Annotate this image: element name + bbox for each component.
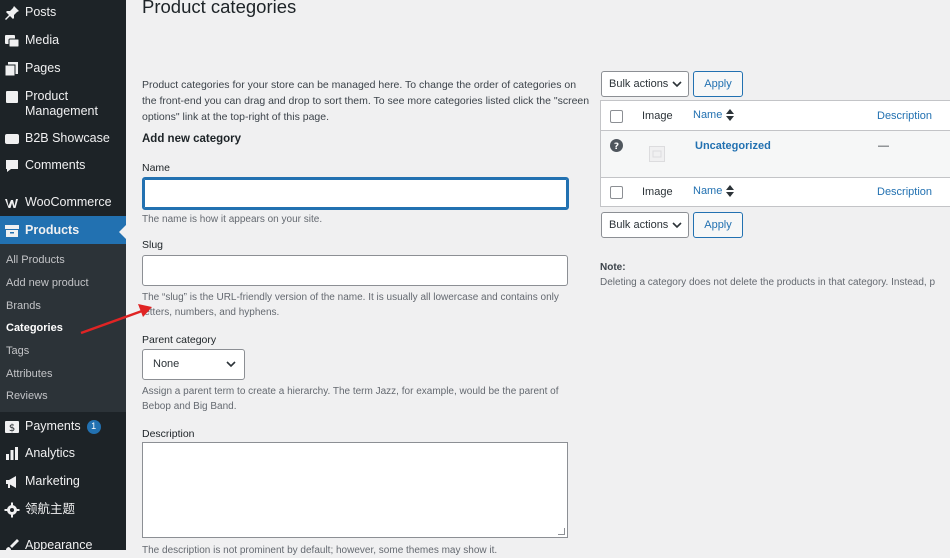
archive-icon [4, 223, 20, 239]
svg-text:$: $ [9, 423, 15, 434]
slug-input[interactable] [142, 255, 568, 286]
menu-woocommerce[interactable]: WooCommerce [0, 195, 126, 213]
placeholder-image-icon [649, 146, 665, 162]
description-textarea[interactable] [142, 442, 568, 538]
chevron-down-icon [672, 222, 682, 229]
brush-icon [4, 538, 20, 554]
column-image-header: Image [642, 110, 673, 122]
help-icon: ? [610, 139, 623, 152]
name-help: The name is how it appears on your site. [142, 214, 323, 225]
woo-icon [4, 195, 20, 211]
submenu-attributes[interactable]: Attributes [6, 368, 52, 380]
showcase-icon [4, 131, 20, 147]
parent-category-select[interactable]: None [142, 349, 245, 380]
footer-divider [601, 177, 950, 178]
menu-label-line2: Management [25, 104, 98, 118]
bulk-actions-label: Bulk actions [609, 78, 669, 90]
description-label: Description [142, 428, 195, 440]
column-image-footer: Image [642, 186, 673, 198]
categories-table: Image Name Description ? Uncategorized —… [600, 100, 950, 207]
payments-badge: 1 [86, 419, 101, 434]
submenu-categories[interactable]: Categories [6, 322, 63, 334]
apply-button-bottom[interactable]: Apply [693, 212, 743, 238]
submenu-tags[interactable]: Tags [6, 345, 29, 357]
note-text: Deleting a category does not delete the … [600, 277, 936, 288]
description-help: The description is not prominent by defa… [142, 545, 498, 556]
media-icon [4, 33, 20, 49]
payments-icon: $ [4, 419, 20, 435]
menu-comments[interactable]: Comments [0, 158, 126, 176]
current-menu-arrow [119, 225, 126, 239]
submenu-all-products[interactable]: All Products [6, 254, 65, 266]
admin-sidebar: Posts Media Pages Product Management B2B … [0, 0, 126, 553]
name-input[interactable] [142, 177, 569, 210]
slug-help: The “slug” is the URL-friendly version o… [142, 292, 559, 318]
sort-icon [726, 109, 735, 122]
menu-posts[interactable]: Posts [0, 5, 126, 23]
column-name-footer[interactable]: Name [693, 185, 735, 198]
svg-text:?: ? [614, 142, 619, 152]
bulk-actions-select-bottom[interactable]: Bulk actions [601, 212, 689, 238]
bulk-actions-select-top[interactable]: Bulk actions [601, 71, 689, 97]
page-intro: Product categories for your store can be… [142, 79, 590, 123]
product-icon [4, 89, 20, 105]
column-name-label: Name [693, 109, 723, 121]
pin-icon [4, 5, 20, 21]
submenu-reviews[interactable]: Reviews [6, 390, 48, 402]
menu-media[interactable]: Media [0, 33, 126, 51]
analytics-icon [4, 446, 20, 462]
menu-appearance[interactable]: Appearance [0, 538, 126, 556]
column-description-footer[interactable]: Description [877, 186, 932, 198]
parent-category-help: Assign a parent term to create a hierarc… [142, 386, 559, 412]
note-label: Note: [600, 262, 626, 273]
menu-product-management[interactable]: Product Management [0, 89, 126, 121]
menu-label-line1: Product [25, 89, 69, 103]
pages-icon [4, 61, 20, 77]
name-label: Name [142, 162, 171, 174]
apply-button-top[interactable]: Apply [693, 71, 743, 97]
resize-handle-icon[interactable] [558, 528, 565, 535]
bulk-actions-label-bottom: Bulk actions [609, 219, 669, 231]
megaphone-icon [4, 474, 20, 490]
menu-analytics[interactable]: Analytics [0, 446, 126, 464]
chevron-down-icon [672, 81, 682, 88]
parent-category-value: None [153, 358, 180, 370]
menu-b2b-showcase[interactable]: B2B Showcase [0, 131, 126, 149]
chevron-down-icon [226, 361, 236, 368]
category-name-link[interactable]: Uncategorized [695, 140, 771, 152]
menu-marketing[interactable]: Marketing [0, 474, 126, 492]
gear-icon [4, 502, 20, 518]
comment-icon [4, 158, 20, 174]
menu-products[interactable]: Products [0, 216, 126, 244]
slug-label: Slug [142, 239, 164, 251]
select-all-checkbox[interactable] [610, 110, 623, 123]
menu-payments-label: Payments [25, 419, 81, 433]
add-category-heading: Add new category [142, 133, 242, 145]
annotation-arrow-icon [80, 304, 152, 335]
column-name-footer-label: Name [693, 185, 723, 197]
column-name-header[interactable]: Name [693, 109, 735, 122]
table-row: ? Uncategorized — [601, 131, 950, 177]
sort-icon [726, 185, 735, 198]
page-title: Product categories [142, 0, 297, 17]
menu-theme-settings[interactable]: 领航主题 [0, 502, 126, 520]
submenu-brands[interactable]: Brands [6, 300, 41, 312]
category-description: — [878, 140, 889, 152]
submenu-add-new-product[interactable]: Add new product [6, 277, 89, 289]
menu-pages[interactable]: Pages [0, 61, 126, 79]
menu-payments[interactable]: $ Payments 1 [0, 419, 126, 437]
select-all-checkbox-footer[interactable] [610, 186, 623, 199]
column-description-header[interactable]: Description [877, 110, 932, 122]
